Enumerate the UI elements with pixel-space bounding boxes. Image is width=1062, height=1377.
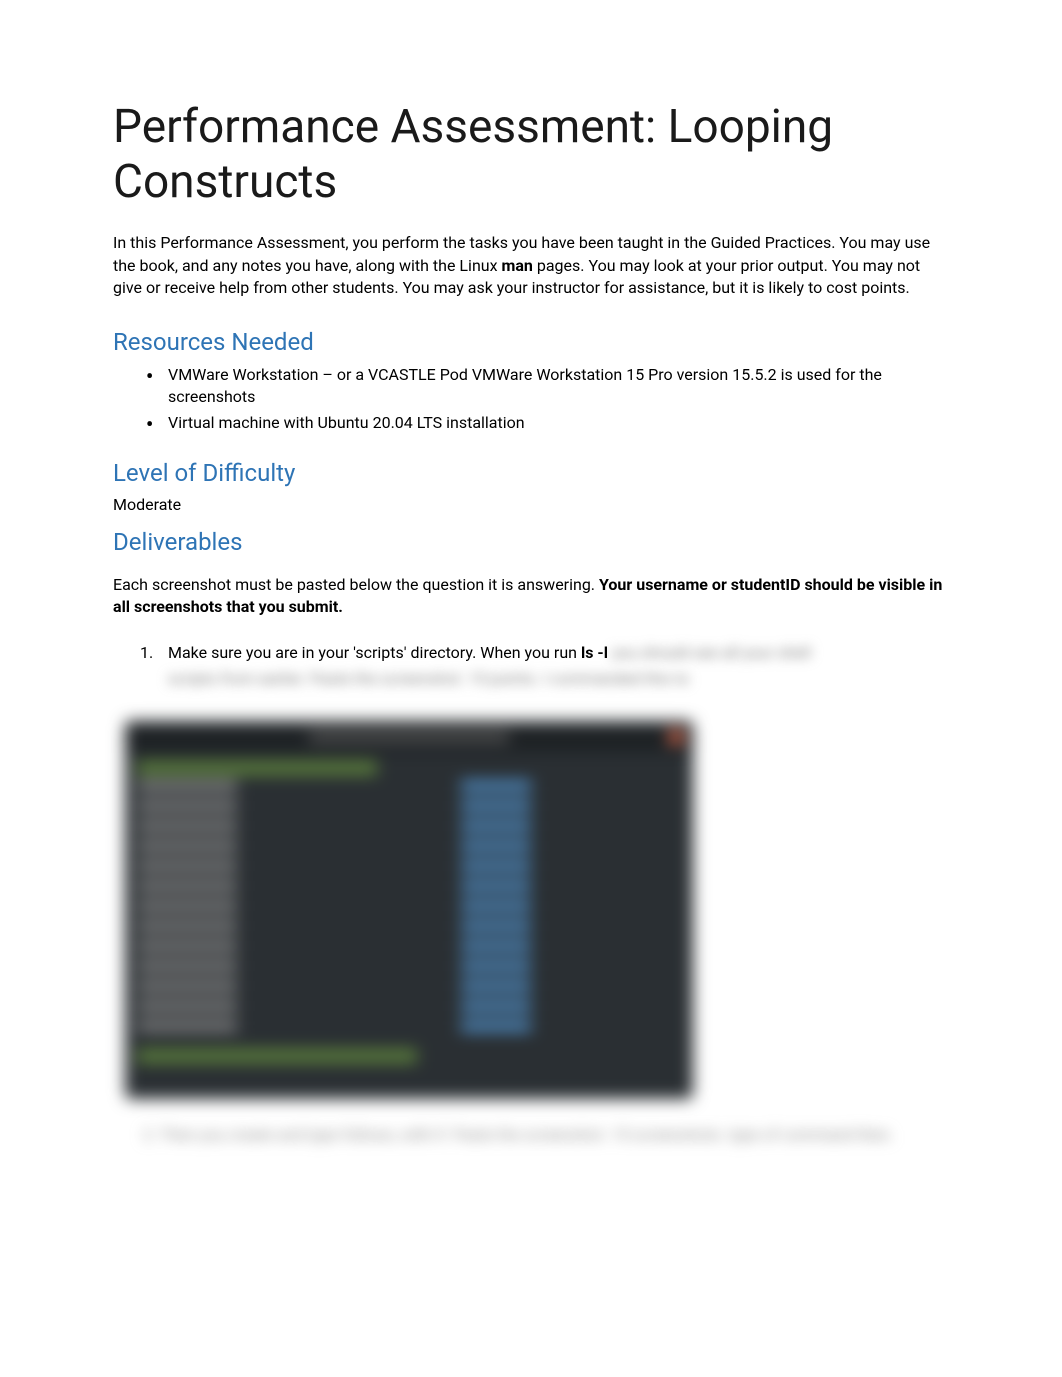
question-1-text: Make sure you are in your 'scripts' dire… [168,643,581,662]
table-row [137,881,681,899]
close-icon [669,730,683,744]
question-1: 1. Make sure you are in your 'scripts' d… [168,641,949,691]
page-title: Performance Assessment: Looping Construc… [113,100,949,210]
question-1-blurred-inline: you should see all your shell [612,643,811,662]
table-row [137,941,681,959]
resources-list: VMWare Workstation – or a VCASTLE Pod VM… [113,364,949,435]
intro-paragraph: In this Performance Assessment, you perf… [113,232,949,299]
table-row [137,901,681,919]
table-row [137,841,681,859]
resource-item-vm: Virtual machine with Ubuntu 20.04 LTS in… [168,412,949,434]
terminal-prompt [137,761,377,775]
deliverables-heading: Deliverables [113,528,949,556]
terminal-title [309,732,509,742]
difficulty-value: Moderate [113,495,949,514]
terminal-prompt-bottom [137,1049,417,1063]
question-1-blurred-line2: scripts from earlier. Paste the screensh… [168,667,949,691]
table-row [137,1001,681,1019]
table-row [137,981,681,999]
table-row [137,861,681,879]
table-row [137,821,681,839]
deliverables-intro-text: Each screenshot must be pasted below the… [113,575,599,594]
terminal-body [125,753,693,1071]
table-row [137,1021,681,1039]
resources-heading: Resources Needed [113,328,949,356]
questions-list: 1. Make sure you are in your 'scripts' d… [113,641,949,691]
question-1-number: 1. [140,641,153,665]
resource-item-vmware: VMWare Workstation – or a VCASTLE Pod VM… [168,364,949,409]
difficulty-heading: Level of Difficulty [113,459,949,487]
question-1-code: ls -l [581,643,608,662]
question-2-blurred: 2. Then you create and type follows, wit… [143,1123,949,1147]
deliverables-intro: Each screenshot must be pasted below the… [113,574,949,619]
terminal-titlebar [125,721,693,753]
table-row [137,921,681,939]
table-row [137,961,681,979]
terminal-screenshot-blurred [125,721,693,1099]
table-row [137,801,681,819]
table-row [137,781,681,799]
intro-bold-man: man [502,256,533,275]
